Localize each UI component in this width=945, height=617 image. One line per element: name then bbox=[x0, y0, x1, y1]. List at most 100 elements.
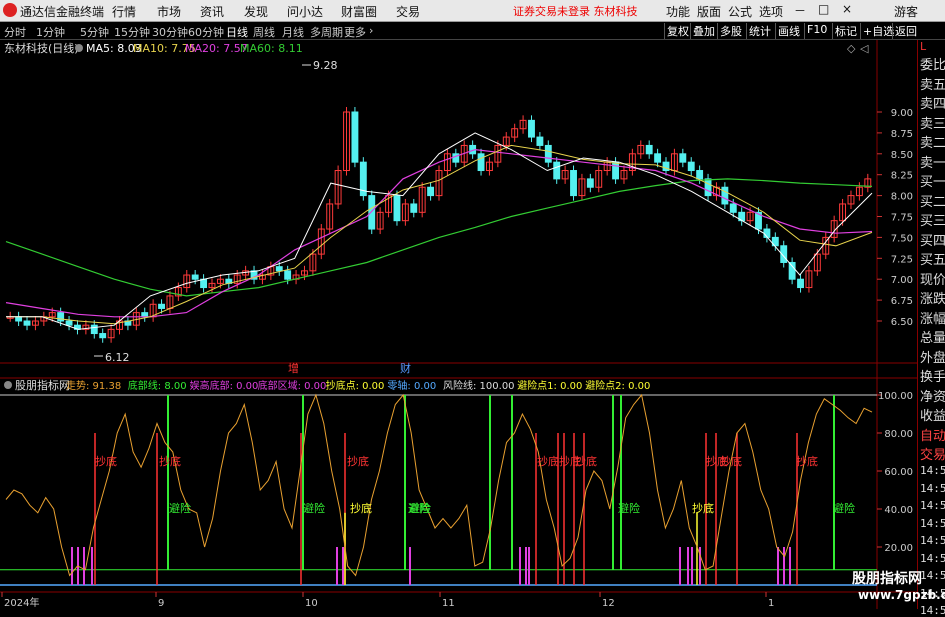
menu-options[interactable]: 选项 bbox=[759, 3, 783, 20]
price-y-axis: 9.00 8.75 8.50 8.25 8.00 7.75 7.50 7.25 7.00 6.75… bbox=[877, 108, 913, 328]
side-item-10[interactable]: 买五 bbox=[920, 249, 945, 268]
candle-body bbox=[65, 320, 73, 326]
chevron-right-icon[interactable]: › bbox=[369, 24, 373, 37]
period-weekly[interactable]: 周线 bbox=[253, 24, 275, 40]
side-item-14[interactable]: 总量 bbox=[920, 327, 945, 346]
side-item-5[interactable]: 卖一 bbox=[920, 152, 945, 171]
indicator-tick-label: 80.00 bbox=[884, 429, 913, 440]
menu-market[interactable]: 行情 bbox=[112, 3, 136, 20]
price-tick-label: 9.00 bbox=[891, 108, 913, 119]
title-bar: 通达信金融终端 行情 市场 资讯 发现 问小达 财富圈 交易 证券交易未登录 东… bbox=[0, 0, 945, 22]
restore-icon[interactable]: □ bbox=[818, 2, 829, 16]
side-item-12[interactable]: 涨跌 bbox=[920, 288, 945, 307]
trade-timestamp: 14:56 bbox=[920, 499, 945, 512]
close-icon[interactable]: × bbox=[842, 2, 852, 16]
app-title: 通达信金融终端 bbox=[20, 5, 105, 19]
indicator-legend-item: 抄底点: 0.00 bbox=[326, 379, 385, 392]
settings-icon[interactable]: ◇ bbox=[847, 42, 856, 55]
minimize-icon[interactable]: － bbox=[794, 2, 806, 19]
menu-wealth[interactable]: 财富圈 bbox=[341, 3, 377, 20]
menu-function[interactable]: 功能 bbox=[666, 3, 690, 20]
menu-formula[interactable]: 公式 bbox=[728, 3, 752, 20]
period-more[interactable]: 更多 bbox=[344, 24, 366, 40]
btn-rights[interactable]: 复权 bbox=[664, 23, 691, 39]
indicator-settings-icon[interactable] bbox=[4, 381, 12, 389]
settings-dot-icon[interactable] bbox=[75, 44, 83, 52]
period-timeshare[interactable]: 分时 bbox=[4, 24, 26, 40]
indicator-legend-item: 避险点1: 0.00 bbox=[517, 379, 582, 392]
side-item-9[interactable]: 买四 bbox=[920, 230, 945, 249]
trade-timestamp: 14:56 bbox=[920, 534, 945, 547]
menu-ask[interactable]: 问小达 bbox=[287, 3, 323, 20]
menu-discover[interactable]: 发现 bbox=[244, 3, 268, 20]
side-item-16[interactable]: 换手 bbox=[920, 366, 945, 385]
candle-body bbox=[553, 161, 561, 180]
price-tick-label: 7.25 bbox=[891, 254, 913, 265]
buy-signal-label: 抄底 bbox=[796, 454, 818, 468]
side-item-2[interactable]: 卖四 bbox=[920, 93, 945, 112]
indicator-y-axis: 100.00 80.00 60.00 40.00 20.00 bbox=[877, 391, 913, 554]
panel-corner-label: L bbox=[920, 40, 927, 53]
event-marker-increase[interactable]: 增 bbox=[288, 361, 299, 375]
btn-back[interactable]: 返回 bbox=[892, 23, 919, 39]
candle-body bbox=[704, 178, 712, 197]
side-item-13[interactable]: 涨幅 bbox=[920, 308, 945, 327]
btn-draw[interactable]: 画线 bbox=[775, 23, 802, 39]
candle-body bbox=[23, 320, 31, 326]
menu-trade[interactable]: 交易 bbox=[396, 3, 420, 20]
side-item-4[interactable]: 卖二 bbox=[920, 132, 945, 151]
menu-layout[interactable]: 版面 bbox=[697, 3, 721, 20]
side-item-17[interactable]: 净资 bbox=[920, 386, 945, 405]
side-item-11[interactable]: 现价 bbox=[920, 269, 945, 288]
user-label[interactable]: 游客 bbox=[894, 3, 918, 20]
side-item-7[interactable]: 买二 bbox=[920, 191, 945, 210]
period-multi[interactable]: 多周期 bbox=[310, 24, 343, 40]
trade-timestamp: 14:56 bbox=[920, 464, 945, 477]
period-30min[interactable]: 30分钟 bbox=[152, 24, 188, 40]
period-1min[interactable]: 1分钟 bbox=[36, 24, 65, 40]
period-monthly[interactable]: 月线 bbox=[282, 24, 304, 40]
period-15min[interactable]: 15分钟 bbox=[114, 24, 150, 40]
side-item-8[interactable]: 买三 bbox=[920, 210, 945, 229]
candle-body bbox=[351, 111, 359, 163]
side-item-18[interactable]: 收益 bbox=[920, 405, 945, 424]
side-item-1[interactable]: 卖五 bbox=[920, 74, 945, 93]
candle-body bbox=[654, 153, 662, 163]
side-item-3[interactable]: 卖三 bbox=[920, 113, 945, 132]
avoid-signal-label: 避险 bbox=[833, 501, 855, 515]
indicator-legend-item: 零轴: 0.00 bbox=[387, 379, 436, 392]
period-60min[interactable]: 60分钟 bbox=[188, 24, 224, 40]
menu-news[interactable]: 资讯 bbox=[200, 3, 224, 20]
price-tick-label: 8.75 bbox=[891, 129, 913, 140]
period-daily[interactable]: 日线 bbox=[226, 24, 248, 40]
watermark: 股朋指标网 www.7gpzb.com bbox=[840, 566, 945, 609]
menu-markets[interactable]: 市场 bbox=[157, 3, 181, 20]
period-5min[interactable]: 5分钟 bbox=[80, 24, 109, 40]
candle-body bbox=[275, 266, 283, 272]
collapse-icon[interactable]: ◁ bbox=[860, 42, 869, 55]
trade-timestamp: 14:56 bbox=[920, 516, 945, 530]
btn-multistock[interactable]: 多股 bbox=[717, 23, 744, 39]
indicator-legend-item: 底部区域: 0.00 bbox=[258, 379, 327, 392]
indicator-tick-label: 100.00 bbox=[878, 391, 913, 402]
btn-overlay[interactable]: 叠加 bbox=[690, 23, 717, 39]
btn-f10[interactable]: F10 bbox=[804, 23, 829, 39]
side-item-6[interactable]: 买一 bbox=[920, 171, 945, 190]
candle-body bbox=[200, 278, 208, 289]
btn-stats[interactable]: 统计 bbox=[746, 23, 773, 39]
side-item-19[interactable]: 自动 bbox=[920, 425, 945, 444]
event-marker-finance[interactable]: 财 bbox=[400, 361, 411, 375]
side-item-0[interactable]: 委比 bbox=[920, 54, 945, 73]
trade-timestamp: 14:56 bbox=[920, 481, 945, 495]
side-item-20[interactable]: 交易 bbox=[920, 444, 945, 463]
app-logo-icon bbox=[3, 3, 17, 17]
quote-side-panel: L 委比 卖五 卖四 卖三 卖二 卖一 买一 买二 买三 买四 买五 现价 涨跌 涨幅 总量 外盘 换手 净资 收益… bbox=[917, 40, 945, 617]
btn-mark[interactable]: 标记 bbox=[832, 23, 859, 39]
candle-body bbox=[696, 170, 704, 180]
avoid-signal-label: 避险 bbox=[409, 501, 431, 515]
price-tick-label: 8.50 bbox=[891, 150, 913, 161]
candle-body bbox=[679, 153, 687, 163]
side-item-15[interactable]: 外盘 bbox=[920, 347, 945, 366]
chart-area[interactable]: 东材科技(日线) MA5: 8.03 MA10: 7.75 MA20: 7.57… bbox=[0, 40, 917, 609]
btn-add-favorite[interactable]: +自选 bbox=[860, 23, 896, 39]
